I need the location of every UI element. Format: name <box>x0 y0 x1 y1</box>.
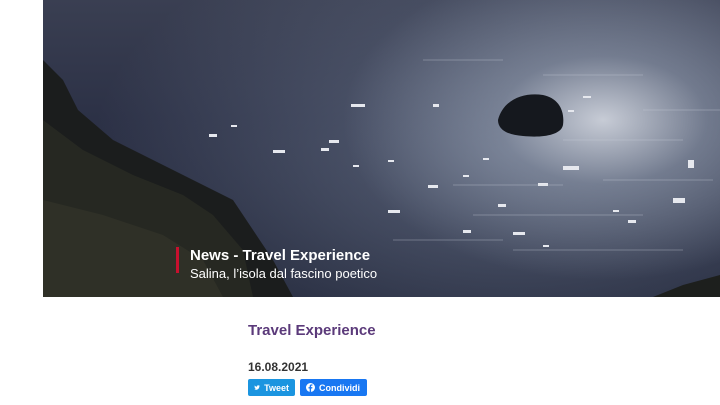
hero-image[interactable]: News - Travel Experience Salina, l’isola… <box>43 0 720 297</box>
hero-photo-scene <box>43 59 720 297</box>
share-buttons: Tweet Condividi <box>248 379 367 396</box>
hero-headline[interactable]: Salina, l’isola dal fascino poetico <box>190 265 377 283</box>
section-title: Travel Experience <box>248 322 376 339</box>
facebook-share-button[interactable]: Condividi <box>300 379 367 396</box>
twitter-bird-icon <box>254 385 260 390</box>
hero-caption[interactable]: News - Travel Experience Salina, l’isola… <box>176 246 377 281</box>
share-label: Condividi <box>319 382 360 393</box>
tweet-label: Tweet <box>264 382 289 393</box>
tweet-button[interactable]: Tweet <box>248 379 295 396</box>
hero-category[interactable]: News - Travel Experience <box>190 246 377 265</box>
facebook-icon <box>306 383 315 392</box>
publish-date: 16.08.2021 <box>248 360 309 374</box>
